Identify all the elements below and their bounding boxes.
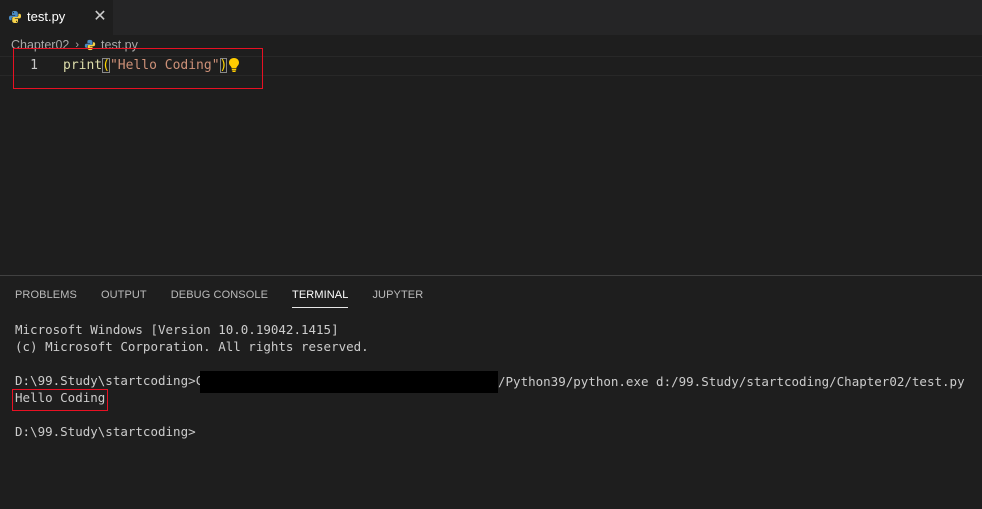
tab-label: test.py <box>27 9 66 24</box>
terminal-prompt: D:\99.Study\startcoding> <box>15 424 196 439</box>
tab-problems[interactable]: PROBLEMS <box>15 287 77 307</box>
terminal-line: Microsoft Windows [Version 10.0.19042.14… <box>15 322 339 337</box>
code-editor[interactable]: 1 print("Hello Coding") <box>0 48 982 275</box>
tab-jupyter[interactable]: JUPYTER <box>372 287 423 307</box>
redaction-bar <box>200 371 498 393</box>
panel-tab-bar: PROBLEMS OUTPUT DEBUG CONSOLE TERMINAL J… <box>15 287 447 309</box>
close-icon[interactable]: ✕ <box>92 7 108 27</box>
tab-test-py[interactable]: test.py ✕ <box>0 0 113 35</box>
python-icon <box>9 11 21 23</box>
editor-tab-bar: test.py ✕ <box>0 0 982 35</box>
terminal-command-prefix: D:\99.Study\startcoding>C:/ <box>15 373 219 388</box>
tab-debug-console[interactable]: DEBUG CONSOLE <box>171 287 268 307</box>
annotation-box-code <box>13 48 263 89</box>
terminal-command-suffix: /Python39/python.exe d:/99.Study/startco… <box>498 374 965 389</box>
tab-terminal[interactable]: TERMINAL <box>292 287 349 308</box>
tab-output[interactable]: OUTPUT <box>101 287 147 307</box>
annotation-box-output <box>12 389 108 411</box>
terminal-line: (c) Microsoft Corporation. All rights re… <box>15 339 369 354</box>
